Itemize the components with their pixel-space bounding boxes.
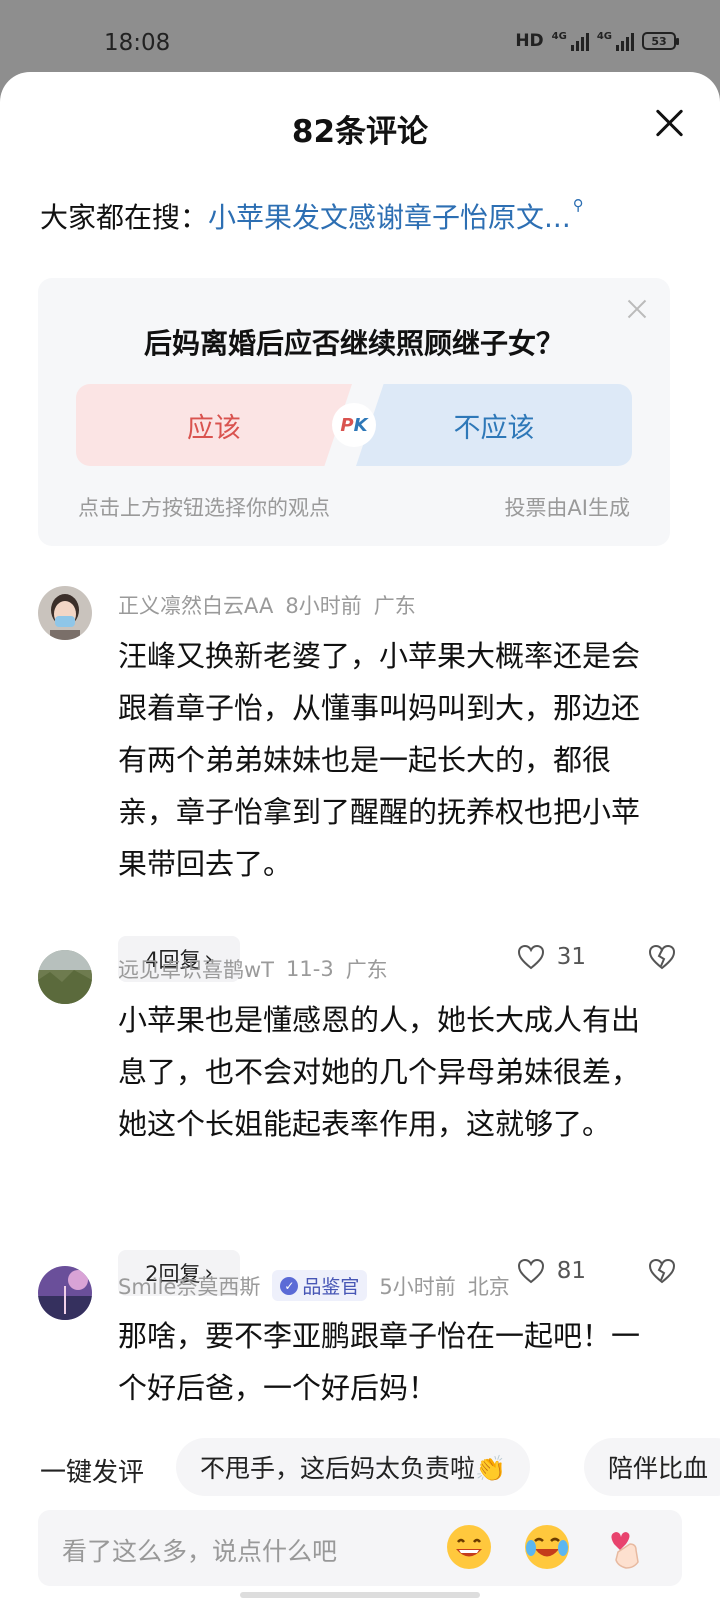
quick-comment-label: 一键发评: [40, 1458, 145, 1488]
avatar[interactable]: [38, 950, 92, 1004]
comment-location: 广东: [345, 958, 388, 982]
comment-time: 11-3: [286, 957, 334, 981]
comment-username[interactable]: 正义凛然白云AA: [118, 590, 273, 620]
comments-sheet: 82条评论 大家都在搜：小苹果发文感谢章子怡原文... ⚲ 后妈离婚后应否继续照顾…: [0, 72, 720, 1600]
shield-check-icon: ✓: [280, 1276, 299, 1295]
quick-comment-chip[interactable]: 不甩手，这后妈太负责啦👏: [176, 1438, 531, 1496]
broken-heart-icon[interactable]: [648, 1258, 676, 1288]
comments-title: 82条评论: [291, 114, 429, 150]
comment-time: 5小时前: [379, 1274, 456, 1299]
heart-icon: [517, 1258, 544, 1284]
comment-time: 8小时前: [285, 594, 362, 618]
comment-username[interactable]: 远见卓识喜鹊wT: [118, 954, 274, 984]
like-count: 31: [556, 944, 586, 970]
home-indicator[interactable]: [240, 1592, 480, 1598]
system-icons: HD 4G 4G 53: [515, 31, 679, 51]
signal-icon: 4G: [552, 31, 589, 51]
status-bar: 18:08 HD 4G 4G 53: [0, 0, 720, 72]
hd-indicator: HD: [515, 31, 544, 51]
poll-close-icon[interactable]: [628, 300, 646, 318]
hot-search-link[interactable]: 小苹果发文感谢章子怡原文...: [208, 201, 571, 234]
quick-comment-bar: 一键发评 不甩手，这后妈太负责啦👏 陪伴比血: [0, 1438, 720, 1502]
comment-text: 那啥，要不李亚鹏跟章子怡在一起吧！一个好后爸，一个好后妈！: [118, 1319, 641, 1405]
rofl-emoji-icon[interactable]: [522, 1522, 572, 1572]
laughing-emoji-icon[interactable]: [444, 1522, 494, 1572]
comment-input-placeholder: 看了这么多，说点什么吧: [62, 1537, 338, 1566]
hot-search-prefix: 大家都在搜：: [40, 201, 209, 234]
poll-hint: 点击上方按钮选择你的观点: [78, 496, 330, 520]
like-button[interactable]: 31: [517, 944, 586, 970]
like-count: 81: [556, 1258, 586, 1284]
vote-no-button[interactable]: 不应该: [356, 384, 632, 466]
avatar[interactable]: [38, 1266, 92, 1320]
poll-ai-note: 投票由AI生成: [504, 496, 630, 520]
comment-meta: 远见卓识喜鹊wT 11-3 广东: [118, 954, 388, 984]
quick-comment-chip[interactable]: 陪伴比血: [584, 1438, 720, 1496]
expert-badge: ✓ 品鉴官: [272, 1270, 368, 1301]
broken-heart-icon[interactable]: [648, 944, 676, 974]
poll-card: 后妈离婚后应否继续照顾继子女？ 应该 不应该 PK 点击上方按钮选择你的观点 投…: [38, 278, 670, 546]
search-icon: ⚲: [572, 196, 584, 214]
comment-input[interactable]: 看了这么多，说点什么吧: [38, 1510, 682, 1586]
comment-location: 广东: [373, 594, 416, 618]
comment-meta: 正义凛然白云AA 8小时前 广东: [118, 590, 416, 620]
heart-icon: [517, 944, 544, 970]
avatar[interactable]: [38, 586, 92, 640]
like-button[interactable]: 81: [517, 1258, 586, 1284]
poll-question: 后妈离婚后应否继续照顾继子女？: [143, 327, 564, 360]
pk-badge: PK: [332, 403, 376, 447]
comment-location: 北京: [467, 1274, 510, 1299]
comment-username[interactable]: Smile奈莫西斯: [118, 1271, 260, 1301]
vote-yes-button[interactable]: 应该: [76, 384, 352, 466]
battery-icon: 53: [642, 32, 679, 50]
hot-search[interactable]: 大家都在搜：小苹果发文感谢章子怡原文... ⚲: [40, 196, 584, 236]
finger-heart-emoji-icon[interactable]: [600, 1522, 650, 1572]
status-time: 18:08: [104, 30, 171, 56]
comment-text: 汪峰又换新老婆了，小苹果大概率还是会跟着章子怡，从懂事叫妈叫到大，那边还有两个弟…: [118, 639, 641, 881]
comment-text: 小苹果也是懂感恩的人，她长大成人有出息了，也不会对她的几个异母弟妹很差，她这个长…: [118, 1003, 641, 1141]
signal-icon-2: 4G: [597, 31, 634, 51]
close-icon[interactable]: [654, 108, 684, 138]
comment-meta: Smile奈莫西斯 ✓ 品鉴官 5小时前 北京: [118, 1270, 510, 1301]
